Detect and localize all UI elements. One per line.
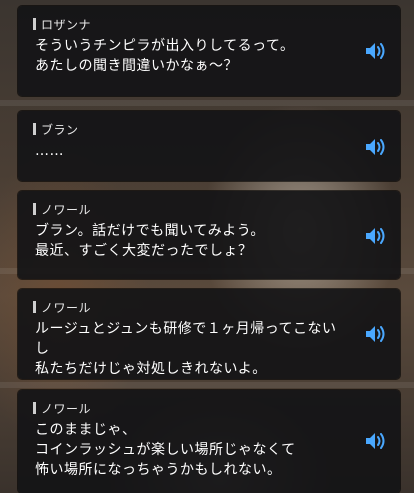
- speaker-marker: [33, 18, 36, 30]
- voice-replay-button[interactable]: [364, 225, 390, 247]
- speaker-label: ロザンナ: [41, 17, 92, 32]
- speaker-label: ブラン: [41, 122, 79, 137]
- speaker-icon: [366, 139, 385, 155]
- speaker-icon: [366, 43, 385, 59]
- speaker-marker: [33, 402, 36, 414]
- speaker-marker: [33, 123, 36, 135]
- dialogue-text: ……: [35, 143, 64, 159]
- speaker-label: ノワール: [41, 202, 92, 217]
- speaker-marker: [33, 301, 36, 313]
- background-stripe: [0, 382, 414, 388]
- voice-replay-button[interactable]: [364, 430, 390, 452]
- speaker-icon: [366, 228, 385, 244]
- speaker-label: ノワール: [41, 401, 92, 416]
- speaker-marker: [33, 203, 36, 215]
- dialogue-entry: ブラン ……: [18, 111, 400, 181]
- dialogue-text: このままじゃ、 コインラッシュが楽しい場所じゃなくて 怖い場所になっちゃうかもし…: [35, 422, 296, 478]
- dialogue-entry: ノワール ブラン。話だけでも聞いてみよう。 最近、すごく大変だったでしょ？: [18, 191, 400, 279]
- dialogue-text: ブラン。話だけでも聞いてみよう。 最近、すごく大変だったでしょ？: [35, 223, 265, 259]
- dialogue-entry: ロザンナ そういうチンピラが出入りしてるって。 あたしの聞き間違いかなぁ～？: [18, 6, 400, 96]
- voice-replay-button[interactable]: [364, 136, 390, 158]
- background-stripe: [0, 100, 414, 106]
- speaker-name: ノワール: [33, 299, 91, 315]
- voice-replay-button[interactable]: [364, 40, 390, 62]
- speaker-icon: [366, 433, 385, 449]
- speaker-icon: [366, 326, 385, 342]
- dialogue-text: そういうチンピラが出入りしてるって。 あたしの聞き間違いかなぁ～？: [35, 38, 295, 74]
- voice-replay-button[interactable]: [364, 323, 390, 345]
- speaker-name: ロザンナ: [33, 16, 91, 32]
- dialogue-entry: ノワール ルージュとジュンも研修で１ヶ月帰ってこないし 私たちだけじゃ対処しきれ…: [18, 289, 400, 379]
- speaker-label: ノワール: [41, 300, 92, 315]
- speaker-name: ノワール: [33, 201, 91, 217]
- speaker-name: ブラン: [33, 121, 79, 137]
- speaker-name: ノワール: [33, 400, 91, 416]
- dialogue-entry: ノワール このままじゃ、 コインラッシュが楽しい場所じゃなくて 怖い場所になっち…: [18, 390, 400, 493]
- dialogue-text: ルージュとジュンも研修で１ヶ月帰ってこないし 私たちだけじゃ対処しきれないよ。: [35, 321, 337, 377]
